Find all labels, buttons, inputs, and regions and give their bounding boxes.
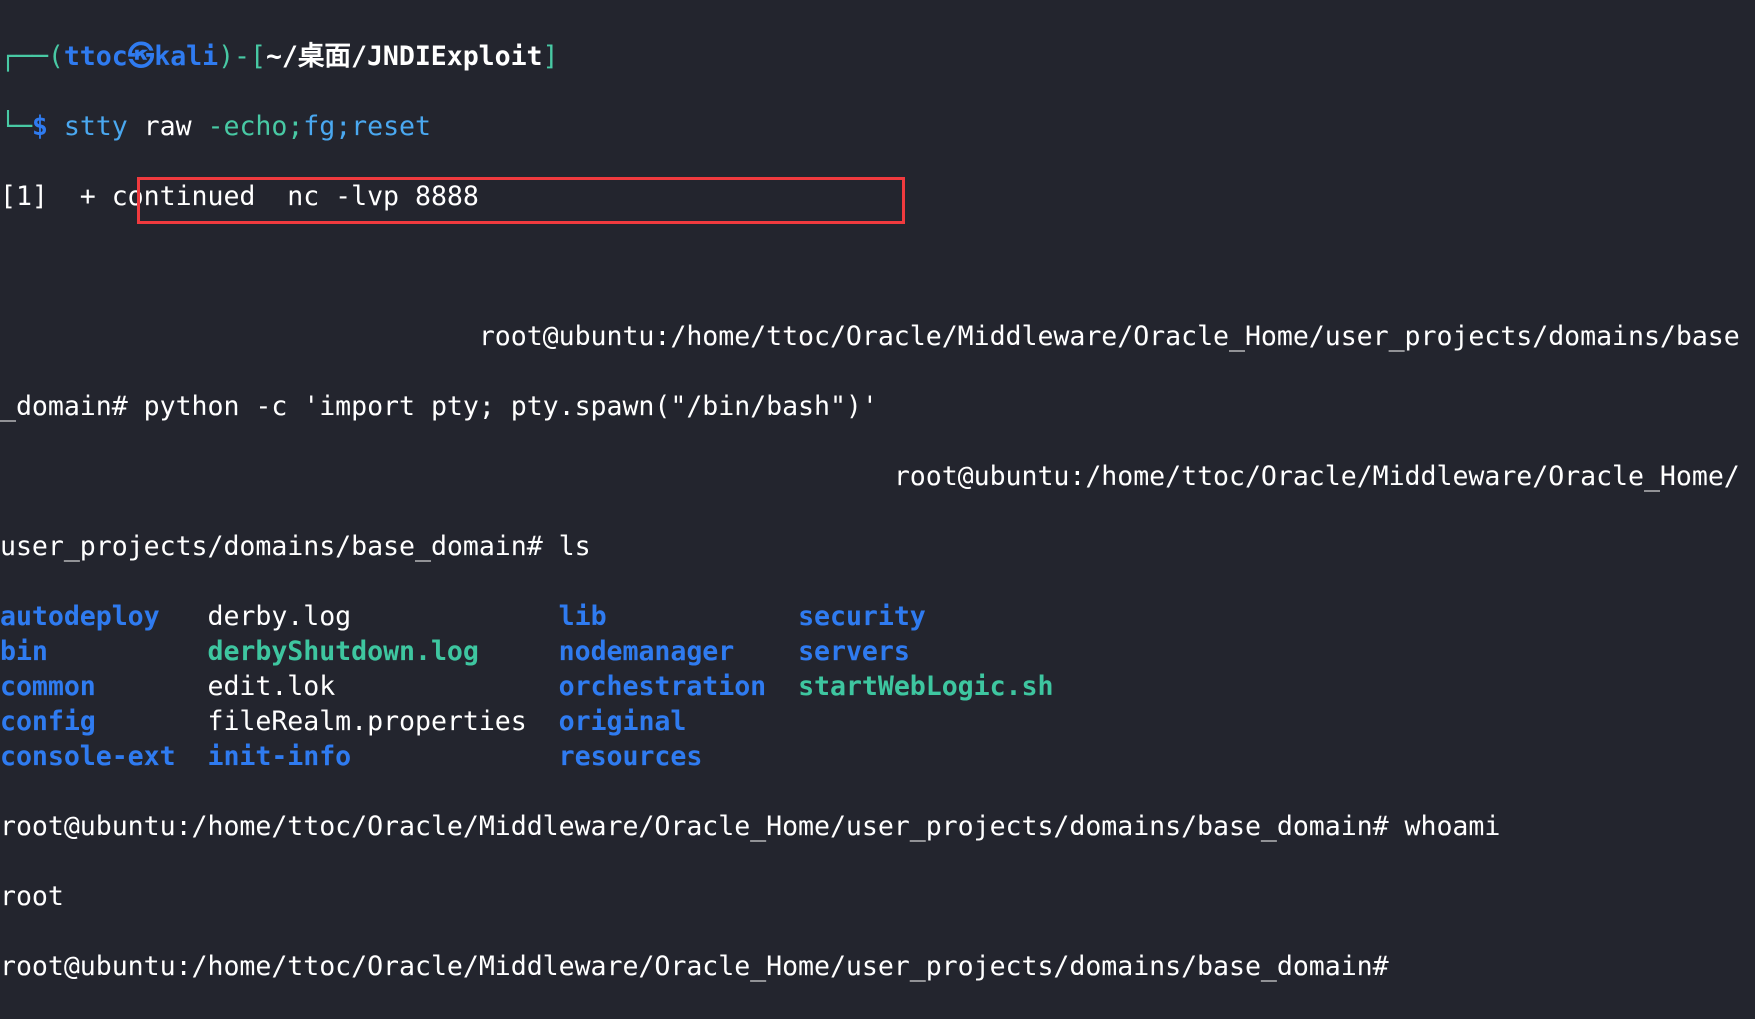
- whoami-command: whoami: [1388, 811, 1501, 842]
- ls-entry-dir: init-info: [207, 741, 352, 772]
- prompt-bracket-close: ]: [542, 41, 559, 72]
- command-arg: -echo;: [207, 111, 304, 142]
- prompt-user: ttoc: [63, 41, 128, 72]
- ls-entry-dir: bin: [0, 636, 48, 667]
- remote-prompt-line: root@ubuntu:/home/ttoc/Oracle/Middleware…: [0, 459, 1740, 494]
- ls-entry-dir: lib: [558, 601, 607, 632]
- prompt-frame-bottom: └─: [0, 111, 32, 142]
- remote-prompt: root@ubuntu:/home/ttoc/Oracle/Middleware…: [478, 321, 1740, 352]
- prompt-sep: )-[: [218, 41, 266, 72]
- ls-entry-exe: derbyShutdown.log: [207, 636, 479, 667]
- ls-entry-exe: startWebLogic.sh: [798, 671, 1054, 702]
- remote-prompt-line: root@ubuntu:/home/ttoc/Oracle/Middleware…: [0, 319, 1740, 354]
- ls-row: console-ext init-info resources: [0, 739, 1740, 774]
- prompt-cwd: ~/桌面/JNDIExploit: [265, 41, 543, 72]
- ls-entry-dir: nodemanager: [558, 636, 735, 667]
- ls-entry-dir: common: [0, 671, 96, 702]
- ls-entry-dir: console-ext: [0, 741, 176, 772]
- command-name: stty: [63, 111, 128, 142]
- ls-entry-dir: config: [0, 706, 96, 737]
- command-arg: raw: [143, 111, 192, 142]
- ls-entry-dir: security: [798, 601, 926, 632]
- python-command-line: _domain# python -c 'import pty; pty.spaw…: [0, 389, 1740, 424]
- prompt-line-2: └─$ stty raw -echo;fg;reset: [0, 109, 1740, 144]
- ls-entry-file: edit.lok: [207, 671, 336, 702]
- ls-entry-file: derby.log: [207, 601, 352, 632]
- remote-prompt: root@ubuntu:/home/ttoc/Oracle/Middleware…: [0, 811, 1389, 842]
- ls-row: common edit.lok orchestration startWebLo…: [0, 669, 1740, 704]
- whoami-output: root: [0, 881, 64, 912]
- terminal-output[interactable]: ┌──(ttoc㉿kali)-[~/桌面/JNDIExploit] └─$ st…: [0, 4, 1740, 1019]
- remote-prompt: user_projects/domains/base_domain#: [0, 531, 543, 562]
- final-prompt-line: root@ubuntu:/home/ttoc/Oracle/Middleware…: [0, 949, 1740, 984]
- ls-command: ls: [542, 531, 591, 562]
- ls-command-line: user_projects/domains/base_domain# ls: [0, 529, 1740, 564]
- remote-prompt: root@ubuntu:/home/ttoc/Oracle/Middleware…: [0, 951, 1389, 982]
- ls-entry-dir: resources: [558, 741, 703, 772]
- prompt-dollar: $: [31, 111, 48, 142]
- ls-entry-dir: autodeploy: [0, 601, 160, 632]
- whoami-line: root@ubuntu:/home/ttoc/Oracle/Middleware…: [0, 809, 1740, 844]
- python-command: python -c 'import pty; pty.spawn("/bin/b…: [127, 391, 878, 422]
- prompt-line-1: ┌──(ttoc㉿kali)-[~/桌面/JNDIExploit]: [0, 39, 1740, 74]
- ls-row: autodeploy derby.log lib security: [0, 599, 1740, 634]
- ls-entry-dir: original: [558, 706, 687, 737]
- command-rest: fg;reset: [303, 111, 431, 142]
- ls-row: bin derbyShutdown.log nodemanager server…: [0, 634, 1740, 669]
- highlight-box: [137, 177, 905, 224]
- remote-prompt: _domain#: [0, 391, 128, 422]
- ls-entry-file: fileRealm.properties: [207, 706, 527, 737]
- ls-output: autodeploy derby.log lib security bin der…: [0, 599, 1740, 774]
- kali-logo-icon: ㉿: [127, 41, 155, 72]
- remote-prompt: root@ubuntu:/home/ttoc/Oracle/Middleware…: [893, 461, 1740, 492]
- prompt-frame-top: ┌──(: [0, 41, 64, 72]
- prompt-host: kali: [154, 41, 219, 72]
- ls-entry-dir: orchestration: [558, 671, 767, 702]
- ls-entry-dir: servers: [798, 636, 910, 667]
- ls-row: config fileRealm.properties original: [0, 704, 1740, 739]
